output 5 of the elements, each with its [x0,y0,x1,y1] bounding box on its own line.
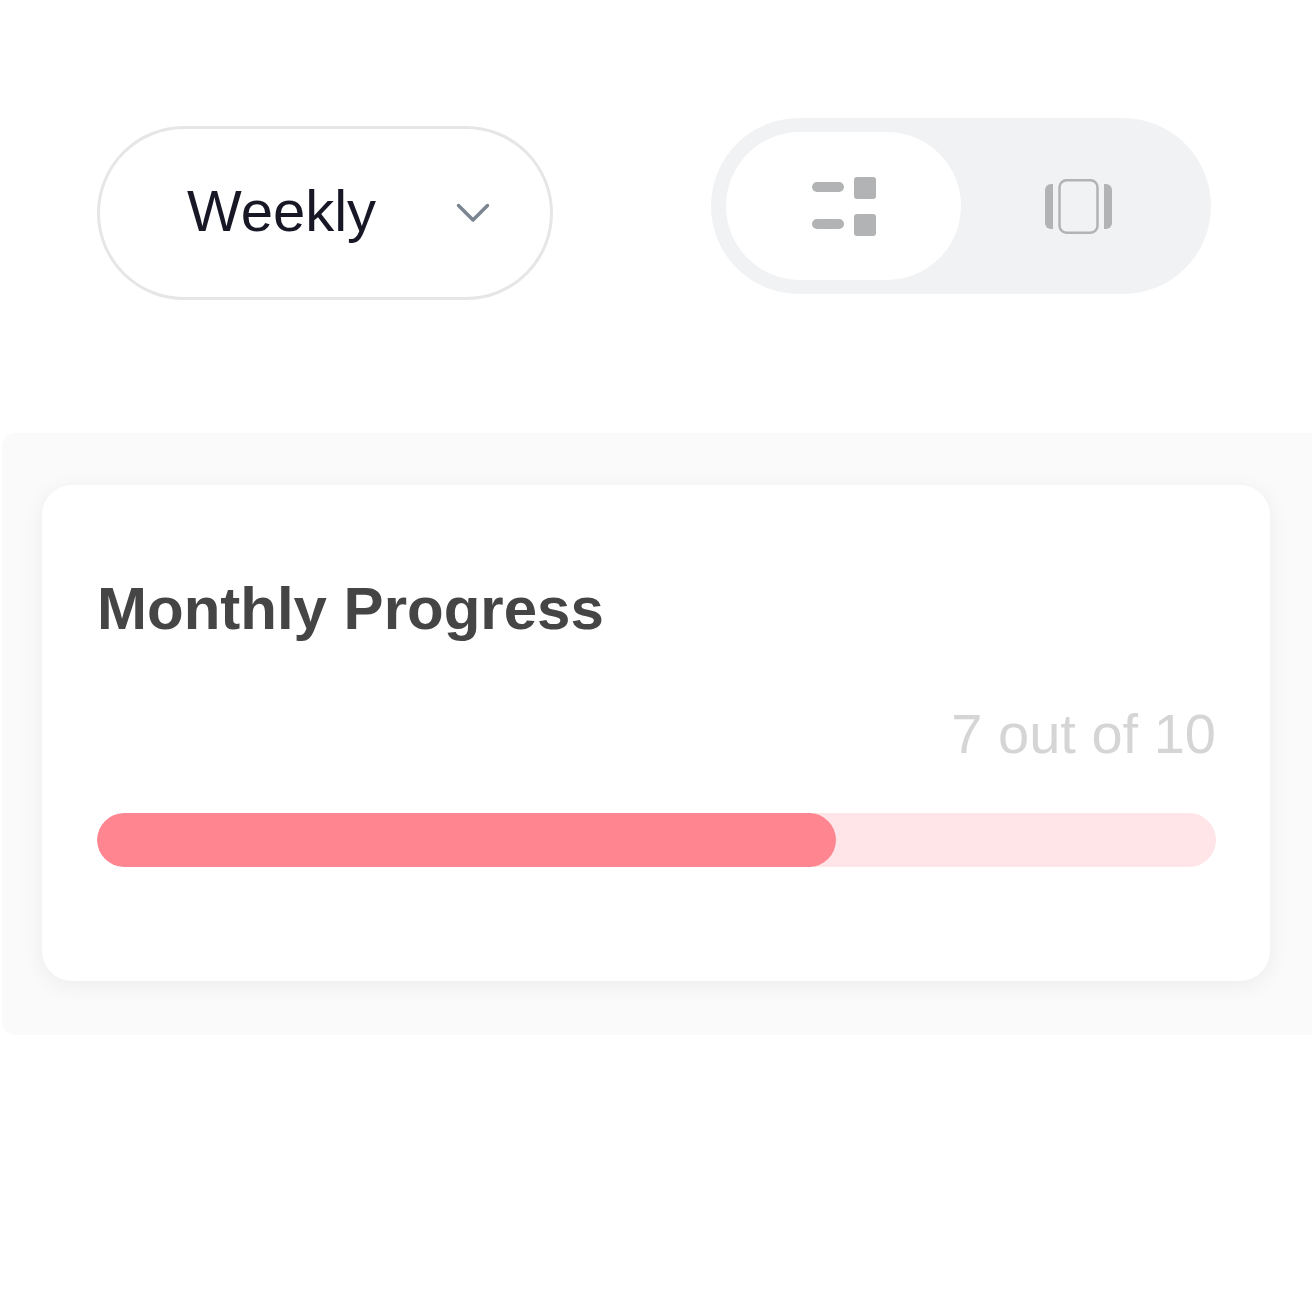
chevron-down-icon [456,203,490,223]
list-layout-icon [811,176,876,236]
carousel-icon [1045,178,1112,234]
card-title: Monthly Progress [97,574,605,644]
period-dropdown[interactable]: Weekly [97,126,553,300]
